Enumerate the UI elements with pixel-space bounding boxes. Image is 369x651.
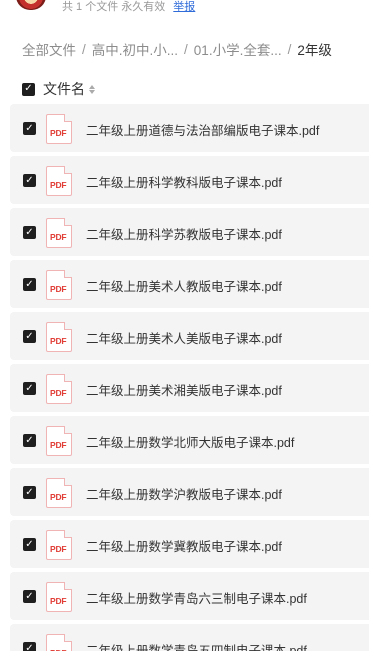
pdf-icon-label: PDF	[50, 440, 67, 450]
file-row[interactable]: ✓ PDF 二年级上册数学冀教版电子课本.pdf	[10, 520, 369, 568]
file-name[interactable]: 二年级上册道德与法治部编版电子课本.pdf	[86, 120, 319, 139]
breadcrumb-separator: /	[287, 41, 292, 57]
pdf-file-icon: PDF	[46, 478, 72, 508]
breadcrumb-separator: /	[184, 41, 188, 57]
select-all-checkbox[interactable]: ✓	[22, 82, 35, 96]
pdf-file-icon: PDF	[46, 322, 72, 352]
file-checkbox[interactable]: ✓	[23, 538, 36, 551]
file-row[interactable]: ✓ PDF 二年级上册科学苏教版电子课本.pdf	[10, 208, 369, 256]
file-checkbox[interactable]: ✓	[23, 226, 36, 239]
file-checkbox[interactable]: ✓	[23, 434, 36, 447]
file-checkbox[interactable]: ✓	[23, 122, 36, 135]
share-info-bar: 共 1 个文件 永久有效 举报	[0, 0, 369, 13]
pdf-icon-label: PDF	[50, 284, 67, 294]
file-row[interactable]: ✓ PDF 二年级上册科学教科版电子课本.pdf	[10, 156, 369, 204]
pdf-icon-label: PDF	[50, 492, 67, 502]
breadcrumb-item-all-files[interactable]: 全部文件	[22, 39, 76, 59]
file-row[interactable]: ✓ PDF 二年级上册美术人教版电子课本.pdf	[10, 260, 369, 308]
report-link[interactable]: 举报	[173, 1, 195, 13]
file-name[interactable]: 二年级上册科学苏教版电子课本.pdf	[86, 224, 282, 243]
file-list-header: ✓ 文件名	[22, 80, 95, 98]
pdf-file-icon: PDF	[46, 166, 72, 196]
pdf-icon-label: PDF	[50, 336, 67, 346]
breadcrumb-item-level-1[interactable]: 高中.初中.小...	[92, 39, 178, 59]
file-row[interactable]: ✓ PDF 二年级上册美术湘美版电子课本.pdf	[10, 364, 369, 412]
file-name[interactable]: 二年级上册美术湘美版电子课本.pdf	[86, 380, 282, 399]
file-row[interactable]: ✓ PDF 二年级上册美术人美版电子课本.pdf	[10, 312, 369, 360]
breadcrumb-separator: /	[82, 41, 86, 57]
pdf-file-icon: PDF	[46, 634, 72, 651]
file-name[interactable]: 二年级上册美术人教版电子课本.pdf	[86, 276, 282, 295]
file-name[interactable]: 二年级上册数学沪教版电子课本.pdf	[86, 484, 282, 503]
pdf-file-icon: PDF	[46, 530, 72, 560]
file-row[interactable]: ✓ PDF 二年级上册道德与法治部编版电子课本.pdf	[10, 104, 369, 152]
pdf-icon-label: PDF	[50, 232, 67, 242]
file-checkbox[interactable]: ✓	[23, 278, 36, 291]
file-row[interactable]: ✓ PDF 二年级上册数学沪教版电子课本.pdf	[10, 468, 369, 516]
column-header-filename[interactable]: 文件名	[43, 79, 85, 99]
pdf-file-icon: PDF	[46, 582, 72, 612]
pdf-icon-label: PDF	[50, 128, 67, 138]
file-checkbox[interactable]: ✓	[23, 330, 36, 343]
shared-files-page: 共 1 个文件 永久有效 举报 全部文件 / 高中.初中.小... / 01.小学…	[0, 0, 369, 651]
file-checkbox[interactable]: ✓	[23, 642, 36, 651]
file-name[interactable]: 二年级上册数学冀教版电子课本.pdf	[86, 536, 282, 555]
pdf-icon-label: PDF	[50, 544, 67, 554]
file-checkbox[interactable]: ✓	[23, 486, 36, 499]
pdf-file-icon: PDF	[46, 426, 72, 456]
file-row[interactable]: ✓ PDF 二年级上册数学青岛六三制电子课本.pdf	[10, 572, 369, 620]
avatar[interactable]	[16, 0, 46, 10]
file-checkbox[interactable]: ✓	[23, 590, 36, 603]
file-checkbox[interactable]: ✓	[23, 382, 36, 395]
share-meta: 共 1 个文件 永久有效 举报	[62, 0, 195, 14]
share-meta-text: 共 1 个文件 永久有效	[62, 1, 166, 13]
file-name[interactable]: 二年级上册数学北师大版电子课本.pdf	[86, 432, 294, 451]
file-name[interactable]: 二年级上册数学青岛五四制电子课本.pdf	[86, 640, 307, 651]
breadcrumb-item-level-2[interactable]: 01.小学.全套...	[194, 39, 282, 59]
file-name[interactable]: 二年级上册数学青岛六三制电子课本.pdf	[86, 588, 307, 607]
pdf-file-icon: PDF	[46, 218, 72, 248]
file-row[interactable]: ✓ PDF 二年级上册数学北师大版电子课本.pdf	[10, 416, 369, 464]
breadcrumb-item-current: 2年级	[297, 43, 332, 58]
sort-icon[interactable]	[89, 84, 95, 94]
pdf-file-icon: PDF	[46, 374, 72, 404]
pdf-icon-label: PDF	[50, 596, 67, 606]
pdf-file-icon: PDF	[46, 114, 72, 144]
pdf-icon-label: PDF	[50, 388, 67, 398]
file-name[interactable]: 二年级上册科学教科版电子课本.pdf	[86, 172, 282, 191]
file-name[interactable]: 二年级上册美术人美版电子课本.pdf	[86, 328, 282, 347]
file-checkbox[interactable]: ✓	[23, 174, 36, 187]
file-row[interactable]: ✓ PDF 二年级上册数学青岛五四制电子课本.pdf	[10, 624, 369, 651]
pdf-icon-label: PDF	[50, 180, 67, 190]
pdf-file-icon: PDF	[46, 270, 72, 300]
breadcrumb: 全部文件 / 高中.初中.小... / 01.小学.全套... / 2年级	[22, 39, 332, 59]
